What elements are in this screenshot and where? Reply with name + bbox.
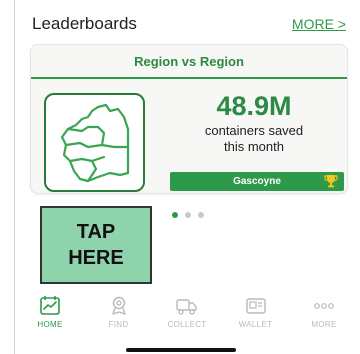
left-edge-divider <box>14 0 15 354</box>
tap-here-line1: TAP <box>76 221 116 243</box>
top-region-badge: Gascoyne <box>170 172 344 191</box>
collect-truck-icon <box>176 299 197 315</box>
top-region-name: Gascoyne <box>233 176 281 187</box>
leaderboards-screen: Leaderboards MORE > Region vs Region 48.… <box>0 0 360 354</box>
find-pin-icon <box>111 296 126 315</box>
containers-saved-value: 48.9M <box>216 91 292 121</box>
card-title-row: Region vs Region <box>31 45 347 79</box>
western-australia-map-icon <box>60 103 129 182</box>
trophy-icon <box>324 175 338 188</box>
tab-home[interactable]: HOME <box>22 296 78 336</box>
tab-home-label: HOME <box>37 320 63 329</box>
stat-area: 48.9M containers saved this month <box>169 89 339 155</box>
tab-find-label: FIND <box>108 320 129 329</box>
carousel-dot-1[interactable] <box>172 212 178 218</box>
carousel-pagination <box>172 212 204 218</box>
home-chart-icon <box>40 296 60 315</box>
more-dots-icon <box>314 303 334 309</box>
tab-wallet[interactable]: WALLET <box>228 296 284 336</box>
tap-here-button[interactable]: TAP HERE <box>40 206 152 284</box>
leaderboards-header: Leaderboards MORE > <box>32 12 346 36</box>
carousel-dot-2[interactable] <box>185 212 191 218</box>
home-indicator-bar <box>126 348 236 352</box>
tab-more[interactable]: MORE <box>296 296 352 336</box>
bottom-tab-bar: HOME FIND COLLECT WALLET MORE <box>22 296 352 336</box>
stat-label-line1: containers saved <box>204 123 304 138</box>
more-link[interactable]: MORE > <box>292 16 346 32</box>
tab-collect[interactable]: COLLECT <box>159 296 215 336</box>
region-leaderboard-card[interactable]: Region vs Region 48.9M containers saved … <box>30 44 348 194</box>
tab-find[interactable]: FIND <box>91 296 147 336</box>
leaderboards-title: Leaderboards <box>32 14 137 33</box>
region-map <box>44 93 145 192</box>
tap-here-line2: HERE <box>68 247 124 269</box>
card-title: Region vs Region <box>134 53 244 69</box>
tab-wallet-label: WALLET <box>238 320 273 329</box>
tab-more-label: MORE <box>311 320 337 329</box>
carousel-dot-3[interactable] <box>198 212 204 218</box>
tab-collect-label: COLLECT <box>167 320 207 329</box>
stat-label-line2: this month <box>224 139 284 154</box>
wallet-icon <box>245 298 266 314</box>
